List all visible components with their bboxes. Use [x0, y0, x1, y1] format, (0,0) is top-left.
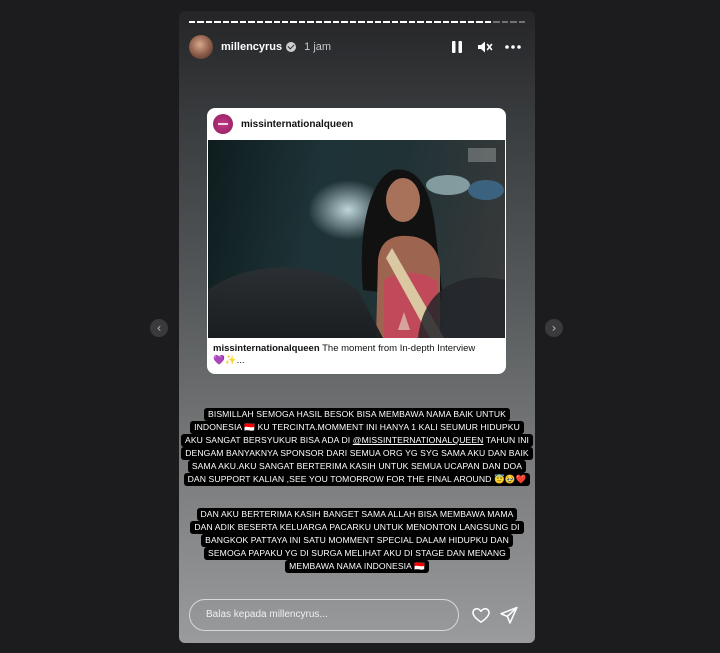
sticker-line: SEMOGA PAPAKU YG DI SURGA MELIHAT AKU DI… [204, 547, 510, 560]
mention-link[interactable]: @MISSINTERNATIONALQUEEN [353, 435, 484, 445]
progress-segment [366, 21, 373, 23]
progress-segment [417, 21, 424, 23]
progress-segment [451, 21, 458, 23]
progress-segment [358, 21, 365, 23]
heart-icon [472, 608, 490, 623]
send-icon [500, 606, 518, 624]
progress-segment [256, 21, 264, 23]
progress-segment [425, 21, 433, 23]
progress-segment [484, 21, 492, 23]
progress-segment [298, 21, 306, 23]
sticker-line: DENGAM BANYAKNYA SPONSOR DARI SEMUA ORG … [181, 447, 533, 460]
sticker-line: BANGKOK PATTAYA INI SATU MOMMENT SPECIAL… [201, 534, 513, 547]
progress-segment [239, 21, 247, 23]
like-button[interactable] [471, 605, 491, 625]
progress-segment [222, 21, 230, 23]
progress-segment [510, 21, 517, 23]
progress-segment [290, 21, 297, 23]
progress-segment [214, 21, 221, 23]
caption-text: The moment from In-depth Interview [322, 343, 476, 354]
more-options-button[interactable] [505, 39, 521, 55]
post-caption: missinternationalqueen The moment from I… [213, 343, 500, 367]
progress-segment [205, 21, 213, 23]
progress-segment [518, 21, 526, 23]
sticker-line: DAN SUPPORT KALIAN ,SEE YOU TOMORROW FOR… [183, 473, 531, 486]
text-sticker-message: BISMILLAH SEMOGA HASIL BESOK BISA MEMBAW… [181, 408, 534, 486]
sticker-line: AKU SANGAT BERSYUKUR BISA ADA DI @MISSIN… [181, 434, 534, 447]
more-dots-icon [505, 45, 521, 49]
sticker-line: MEMBAWA NAMA INDONESIA 🇮🇩 [285, 560, 429, 573]
avatar[interactable] [189, 35, 213, 59]
send-button[interactable] [499, 605, 519, 625]
progress-segment [408, 21, 416, 23]
progress-segment [459, 21, 466, 23]
progress-segment [332, 21, 340, 23]
chevron-left-icon: ‹ [156, 321, 162, 335]
progress-segment [307, 21, 314, 23]
progress-segment [349, 21, 357, 23]
progress-segment [442, 21, 450, 23]
story-viewer[interactable]: millencyrus 1 jam missinternationalqueen [179, 11, 535, 643]
story-header: millencyrus 1 jam [189, 35, 521, 59]
reply-input[interactable]: Balas kepada millencyrus... [189, 599, 459, 631]
pause-icon [452, 41, 462, 53]
sticker-line: DAN AKU BERTERIMA KASIH BANGET SAMA ALLA… [196, 508, 518, 521]
mute-button[interactable] [477, 39, 493, 55]
progress-segment [434, 21, 441, 23]
progress-segment [315, 21, 323, 23]
verified-badge-icon [286, 42, 297, 52]
pause-button[interactable] [449, 39, 465, 55]
progress-segment [231, 21, 238, 23]
progress-segment [501, 21, 509, 23]
sticker-line: SAMA AKU.AKU SANGAT BERTERIMA KASIH UNTU… [187, 460, 527, 473]
caption-username[interactable]: missinternationalqueen [213, 343, 320, 354]
shared-post-card[interactable]: missinternationalqueen missinternational… [207, 108, 506, 374]
next-story-button[interactable]: › [545, 319, 563, 337]
sticker-line: DAN ADIK BESERTA KELUARGA PACARKU UNTUK … [190, 521, 524, 534]
progress-segment [374, 21, 382, 23]
sticker-line: INDONESIA 🇮🇩 KU TERCINTA.MOMMENT INI HAN… [190, 421, 524, 434]
post-account-name[interactable]: missinternationalqueen [241, 119, 353, 130]
chevron-right-icon: › [551, 321, 557, 335]
sticker-line: BISMILLAH SEMOGA HASIL BESOK BISA MEMBAW… [204, 408, 510, 421]
progress-segment [324, 21, 331, 23]
text-sticker-thanks: DAN AKU BERTERIMA KASIH BANGET SAMA ALLA… [181, 508, 533, 573]
progress-segment [493, 21, 500, 23]
progress-segment [273, 21, 280, 23]
story-username[interactable]: millencyrus [221, 41, 282, 53]
progress-segment [265, 21, 272, 23]
post-account-avatar [213, 114, 233, 134]
progress-segment [197, 21, 204, 23]
progress-segment [400, 21, 407, 23]
progress-segment [281, 21, 289, 23]
progress-segment [341, 21, 348, 23]
speaker-muted-icon [478, 41, 493, 53]
story-time: 1 jam [304, 41, 332, 53]
story-progress-bar [189, 21, 526, 23]
post-photo [208, 140, 505, 338]
progress-segment [248, 21, 255, 23]
progress-segment [476, 21, 483, 23]
previous-story-button[interactable]: ‹ [150, 319, 168, 337]
caption-more[interactable]: 💜✨... [213, 355, 245, 366]
progress-segment [383, 21, 390, 23]
progress-segment [467, 21, 475, 23]
progress-segment [189, 21, 196, 23]
progress-segment [391, 21, 399, 23]
